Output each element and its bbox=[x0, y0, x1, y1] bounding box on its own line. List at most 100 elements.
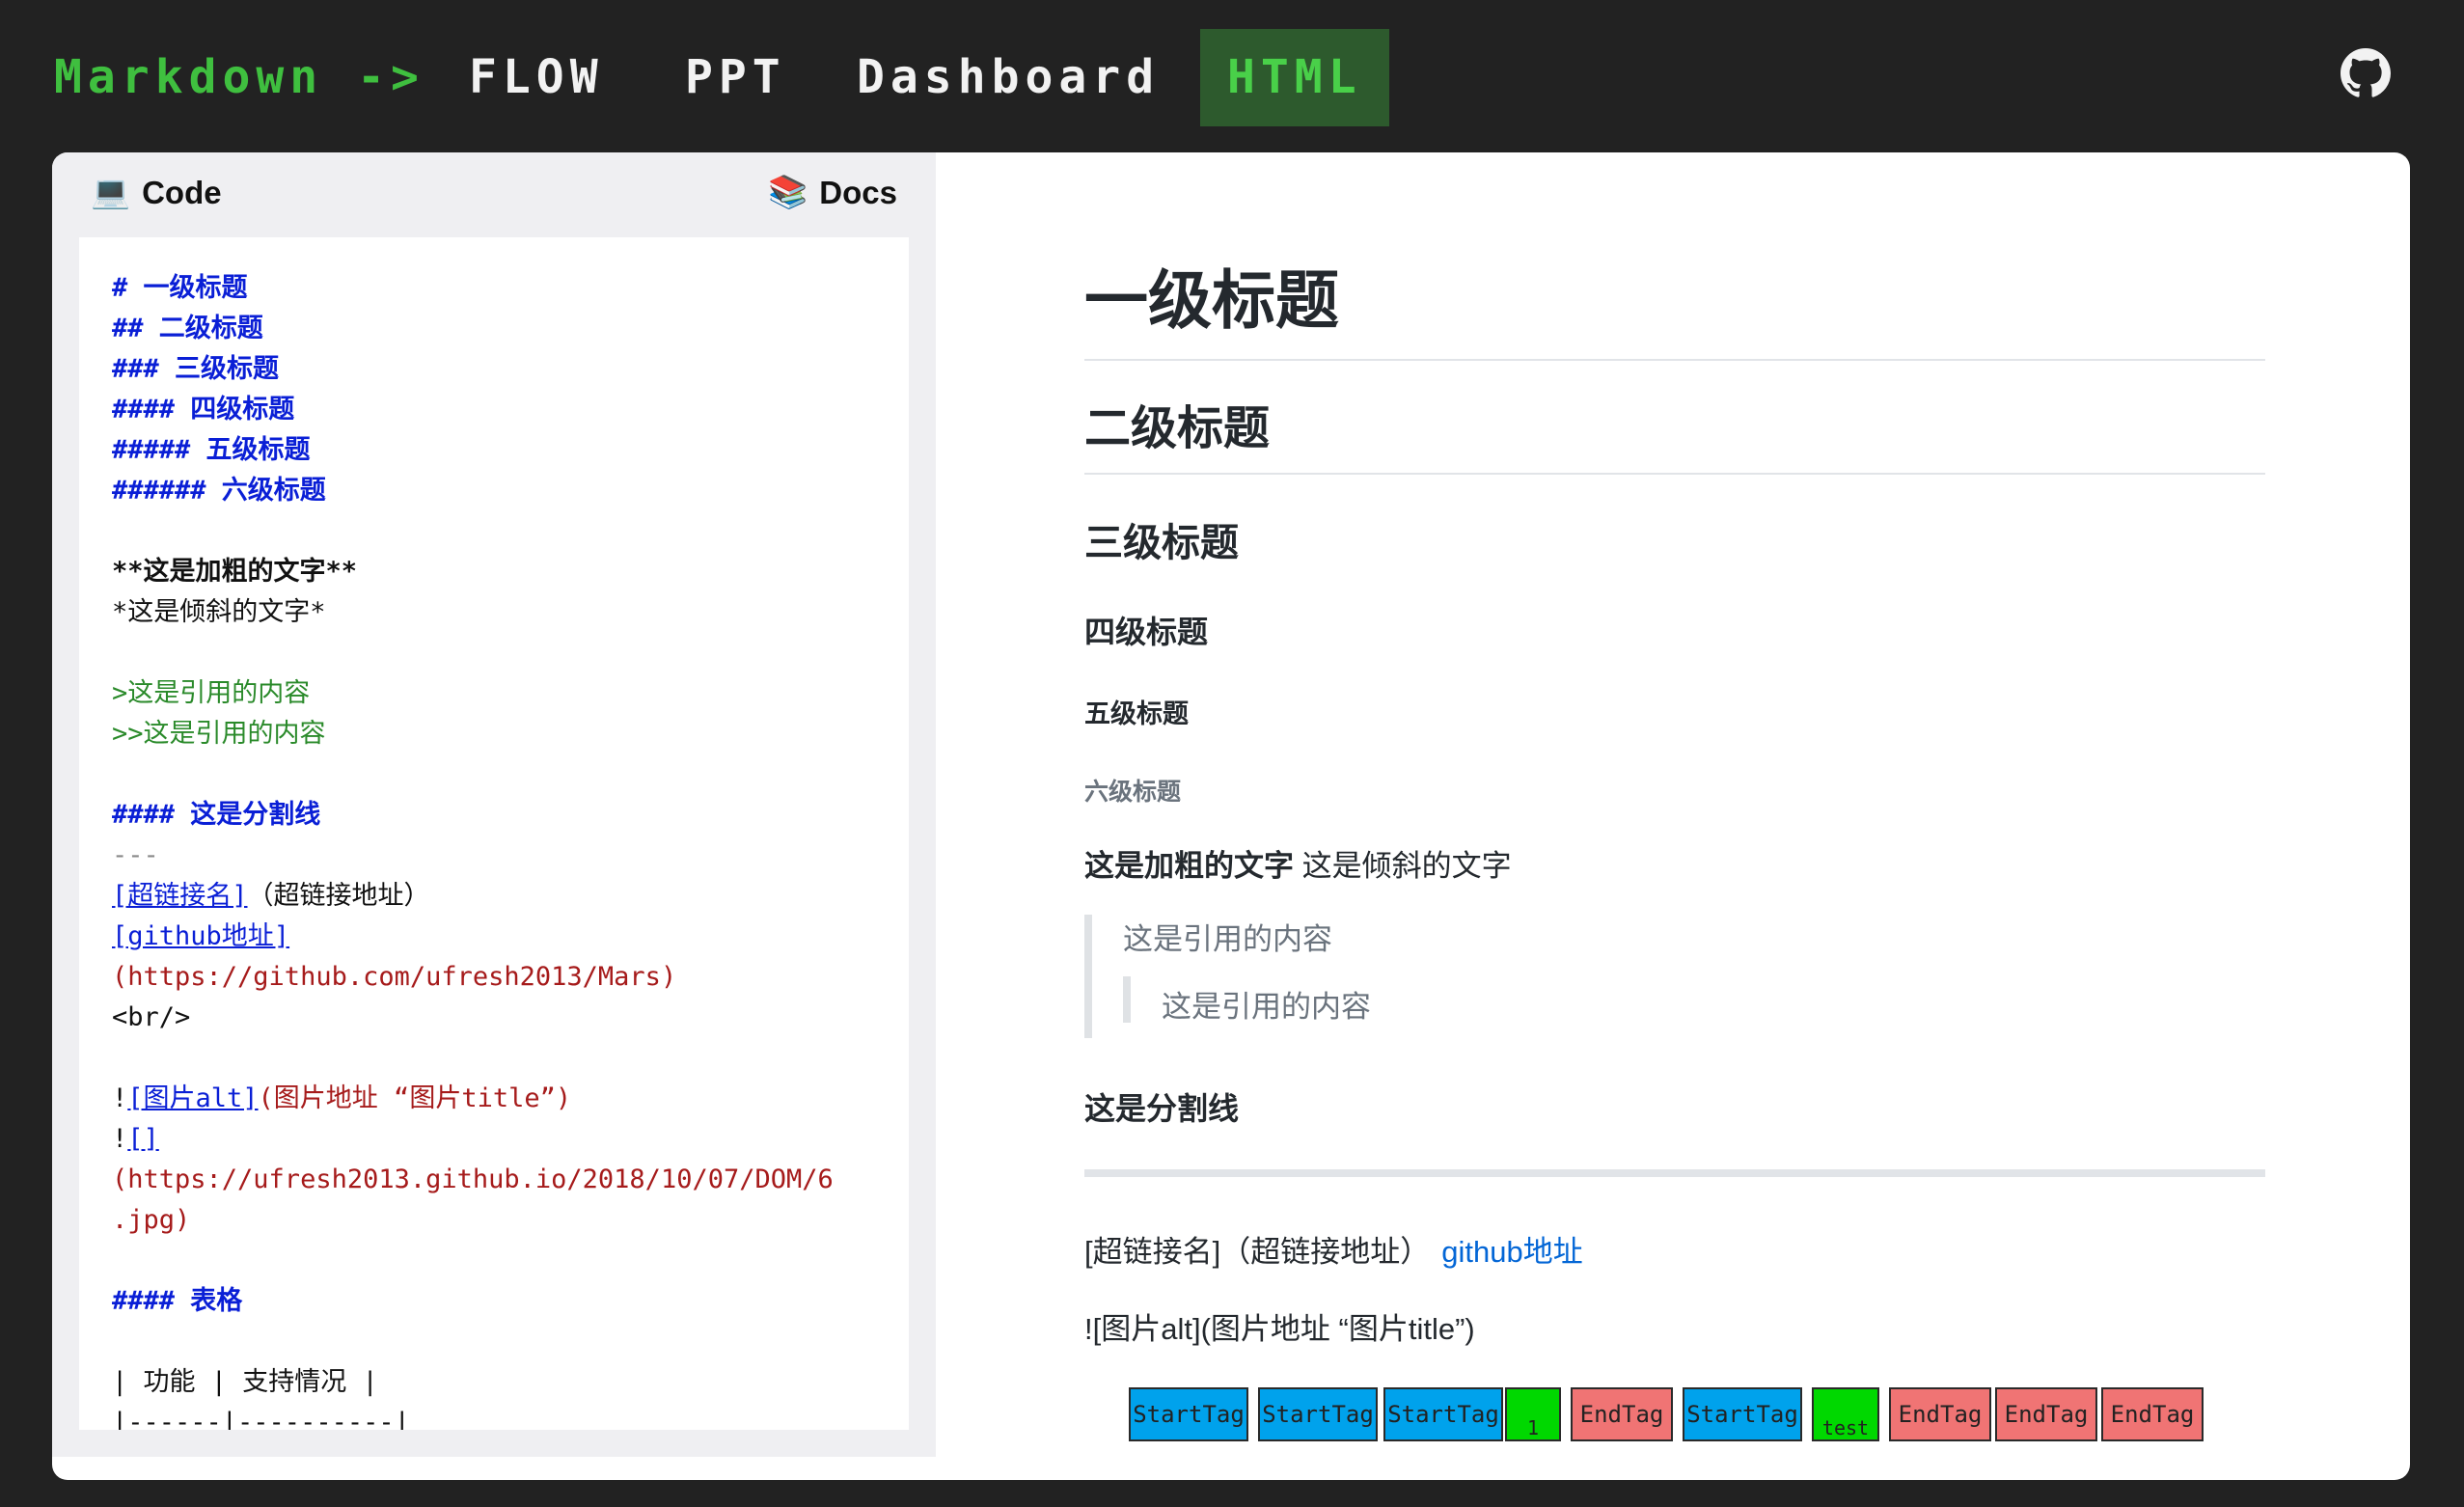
code-line: [github地址] bbox=[112, 917, 876, 957]
code-line: .jpg) bbox=[112, 1200, 876, 1241]
code-link: [图片alt] bbox=[127, 1083, 259, 1113]
preview-link-line: [超链接名]（超链接地址） github地址 bbox=[1084, 1227, 1583, 1271]
code-line: (https://ufresh2013.github.io/2018/10/07… bbox=[112, 1160, 876, 1200]
preview-h5: 五级标题 bbox=[1084, 699, 1189, 728]
code-url: (图片地址 “图片title”) bbox=[258, 1083, 572, 1113]
code-line: (https://github.com/ufresh2013/Mars) bbox=[112, 957, 876, 998]
docs-tab[interactable]: 📚 Docs bbox=[768, 174, 897, 211]
tab-dashboard[interactable]: Dashboard bbox=[830, 29, 1187, 126]
github-icon[interactable] bbox=[2341, 48, 2391, 98]
preview-h2: 二级标题 bbox=[1084, 390, 2265, 475]
preview-paragraph: 这是加粗的文字 这是倾斜的文字 bbox=[1084, 841, 1512, 885]
code-bold: **这是加粗的文字** bbox=[112, 557, 358, 587]
tab-ppt[interactable]: PPT bbox=[658, 29, 813, 126]
html-preview: 一级标题 二级标题 三级标题 四级标题 五级标题 六级标题 这是加粗的文字 这是… bbox=[1084, 152, 2265, 1480]
code-heading: # 一级标题 bbox=[112, 273, 248, 303]
code-heading: ###### 六级标题 bbox=[112, 476, 326, 506]
code-line: ![图片alt](图片地址 “图片title”) bbox=[112, 1079, 876, 1119]
code-line: ### 三级标题 bbox=[112, 349, 876, 390]
code-quote: >这是引用的内容 bbox=[112, 678, 311, 708]
preview-image-markup: ![图片alt](图片地址 “图片title”) bbox=[1084, 1312, 1475, 1346]
editor-pane-header: 💻 Code 📚 Docs bbox=[52, 152, 936, 237]
code-line: **这是加粗的文字** bbox=[112, 552, 876, 592]
preview-h1: 一级标题 bbox=[1084, 249, 2265, 361]
code-line: ###### 六级标题 bbox=[112, 471, 876, 511]
code-url: (https://ufresh2013.github.io/2018/10/07… bbox=[112, 1164, 834, 1194]
code-line: <br/> bbox=[112, 998, 876, 1038]
code-heading: ##### 五级标题 bbox=[112, 435, 311, 465]
dom-tag-end: EndTag bbox=[1571, 1387, 1673, 1441]
code-heading: #### 这是分割线 bbox=[112, 800, 321, 830]
dom-tag-end: EndTag bbox=[2101, 1387, 2204, 1441]
code-heading: ## 二级标题 bbox=[112, 314, 263, 343]
dom-tag-end: EndTag bbox=[1995, 1387, 2097, 1441]
preview-bold-text: 这是加粗的文字 bbox=[1084, 849, 1294, 883]
code-text: ! bbox=[112, 1083, 128, 1113]
code-line: *这是倾斜的文字* bbox=[112, 592, 876, 633]
dom-tag-start: StartTag bbox=[1383, 1387, 1503, 1441]
code-rule: --- bbox=[112, 840, 159, 870]
preview-h6: 六级标题 bbox=[1084, 779, 1182, 806]
code-link: [超链接名] bbox=[112, 881, 248, 911]
code-text: *这是倾斜的文字* bbox=[112, 597, 326, 627]
dom-tag-start: StartTag bbox=[1683, 1387, 1802, 1441]
code-heading: #### 四级标题 bbox=[112, 395, 295, 425]
code-tab[interactable]: 💻 Code bbox=[91, 174, 222, 211]
preview-link-text: [超链接名]（超链接地址） bbox=[1084, 1235, 1431, 1269]
code-text: | 功能 | 支持情况 | bbox=[112, 1367, 378, 1397]
code-line: ## 二级标题 bbox=[112, 309, 876, 349]
preview-h3: 三级标题 bbox=[1084, 522, 1239, 564]
preview-horizontal-rule bbox=[1084, 1169, 2265, 1177]
code-text: ! bbox=[112, 1124, 128, 1154]
code-line: |------|----------| bbox=[112, 1403, 876, 1430]
code-url: .jpg) bbox=[112, 1205, 191, 1235]
code-line: --- bbox=[112, 836, 876, 876]
code-line: #### 四级标题 bbox=[112, 390, 876, 430]
preview-blockquote: 这是引用的内容 这是引用的内容 bbox=[1084, 915, 2265, 1038]
preview-github-link[interactable]: github地址 bbox=[1441, 1235, 1582, 1269]
preview-h4: 四级标题 bbox=[1084, 615, 1209, 649]
markdown-source[interactable]: # 一级标题 ## 二级标题 ### 三级标题 #### 四级标题 ##### 五级标题… bbox=[112, 268, 876, 1430]
preview-italic-text: 这是倾斜的文字 bbox=[1301, 849, 1512, 883]
tab-flow[interactable]: FLOW bbox=[442, 29, 631, 126]
code-line: ![] bbox=[112, 1119, 876, 1160]
preview-divider-heading: 这是分割线 bbox=[1084, 1091, 1240, 1126]
code-link: [github地址] bbox=[112, 921, 290, 951]
dom-tag-end: EndTag bbox=[1889, 1387, 1991, 1441]
code-url: (https://github.com/ufresh2013/Mars) bbox=[112, 962, 677, 992]
code-line: [超链接名]（超链接地址） bbox=[112, 876, 876, 917]
code-text: （超链接地址） bbox=[247, 881, 430, 911]
code-line: # 一级标题 bbox=[112, 268, 876, 309]
dom-tag-start: StartTag bbox=[1258, 1387, 1378, 1441]
docs-tab-label: Docs bbox=[819, 174, 897, 210]
preview-nested-blockquote: 这是引用的内容 bbox=[1123, 976, 1371, 1024]
code-line: >>这是引用的内容 bbox=[112, 714, 876, 754]
markdown-editor[interactable]: # 一级标题 ## 二级标题 ### 三级标题 #### 四级标题 ##### 五级标题… bbox=[79, 237, 909, 1430]
code-line: ##### 五级标题 bbox=[112, 430, 876, 471]
code-line: | 功能 | 支持情况 | bbox=[112, 1362, 876, 1403]
code-text: <br/> bbox=[112, 1002, 191, 1032]
dom-tag-start: StartTag bbox=[1129, 1387, 1248, 1441]
dom-tag-text: test bbox=[1812, 1387, 1879, 1441]
code-line: #### 这是分割线 bbox=[112, 795, 876, 836]
code-quote: >>这是引用的内容 bbox=[112, 719, 326, 749]
tab-html[interactable]: HTML bbox=[1200, 29, 1389, 126]
top-navbar: Markdown -> FLOW PPT Dashboard HTML bbox=[0, 0, 2464, 152]
brand-logo[interactable]: Markdown -> bbox=[54, 29, 424, 126]
code-heading: ### 三级标题 bbox=[112, 354, 280, 384]
code-text: |------|----------| bbox=[112, 1408, 410, 1430]
code-line: >这是引用的内容 bbox=[112, 673, 876, 714]
main-card: 💻 Code 📚 Docs # 一级标题 ## 二级标题 ### 三级标题 #### … bbox=[52, 152, 2410, 1480]
code-line: #### 表格 bbox=[112, 1281, 876, 1322]
code-link: [] bbox=[127, 1124, 159, 1154]
code-heading: #### 表格 bbox=[112, 1286, 243, 1316]
editor-pane: 💻 Code 📚 Docs # 一级标题 ## 二级标题 ### 三级标题 #### … bbox=[52, 152, 936, 1457]
preview-nested-quote-text: 这是引用的内容 bbox=[1162, 990, 1371, 1024]
books-icon: 📚 bbox=[768, 174, 808, 209]
